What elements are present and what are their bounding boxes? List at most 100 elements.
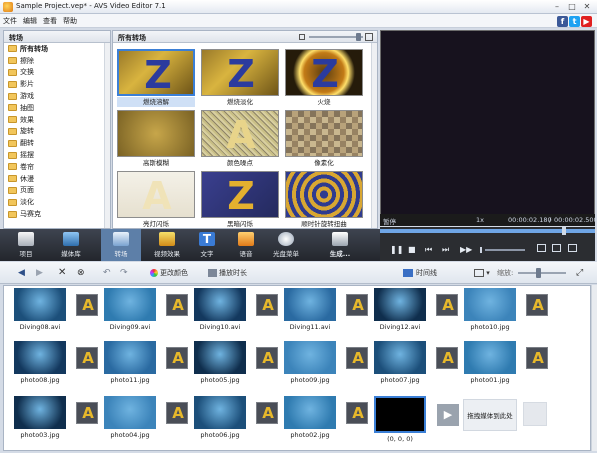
minimize-button[interactable]: – xyxy=(551,1,563,12)
media-clip[interactable]: Diving11.avi xyxy=(284,288,336,331)
media-clip[interactable]: photo01.jpg xyxy=(464,341,516,384)
transition-slot[interactable]: A xyxy=(76,347,98,369)
twitter-icon[interactable]: t xyxy=(569,16,580,27)
transition-slot[interactable]: A xyxy=(256,294,278,316)
transition-slot[interactable]: A xyxy=(256,347,278,369)
toolbar-disc-menu[interactable]: 光盘菜单 xyxy=(268,229,304,261)
tree-item[interactable]: 抽图 xyxy=(4,102,110,114)
detach-preview-icon[interactable] xyxy=(552,244,561,252)
tree-item[interactable]: 影片 xyxy=(4,78,110,90)
prev-frame-button[interactable]: ⏮ xyxy=(425,245,432,255)
youtube-icon[interactable]: ▶ xyxy=(581,16,592,27)
view-mode-dropdown[interactable]: ▾ xyxy=(474,266,490,280)
transition-slot[interactable]: A xyxy=(256,402,278,424)
tree-item[interactable]: 卷帘 xyxy=(4,161,110,173)
transition-slot[interactable]: A xyxy=(346,402,368,424)
transition-thumbnail[interactable]: 顺时针旋转扭曲 xyxy=(285,171,363,228)
tree-item[interactable]: 摇摆 xyxy=(4,149,110,161)
menu-file[interactable]: 文件 xyxy=(0,14,20,26)
undo-icon[interactable]: ↶ xyxy=(103,266,111,280)
toolbar-media-library[interactable]: 媒体库 xyxy=(48,229,94,261)
transition-slot[interactable]: A xyxy=(166,294,188,316)
media-clip[interactable]: photo09.jpg xyxy=(284,341,336,384)
media-clip[interactable]: photo11.jpg xyxy=(104,341,156,384)
delete-icon[interactable]: ✕ xyxy=(58,266,66,280)
tree-scrollbar[interactable] xyxy=(104,43,110,228)
clear-icon[interactable]: ⊗ xyxy=(77,266,85,280)
stop-button[interactable]: ■ xyxy=(408,245,416,254)
transition-slot[interactable]: A xyxy=(346,294,368,316)
close-button[interactable]: ✕ xyxy=(581,1,593,12)
redo-icon[interactable]: ↷ xyxy=(120,266,128,280)
tree-item[interactable]: 休漫 xyxy=(4,173,110,185)
drop-media-placeholder[interactable]: 拖拽媒体到此处 xyxy=(463,399,517,431)
transition-thumbnail[interactable]: A 亮灯闪烁 xyxy=(117,171,195,228)
transition-slot[interactable]: A xyxy=(76,294,98,316)
change-color-button[interactable]: 更改颜色 xyxy=(150,266,188,280)
tree-item[interactable]: 擦除 xyxy=(4,55,110,67)
transition-thumbnail[interactable]: Z 燃烧淡化 xyxy=(201,49,279,107)
fast-forward-button[interactable]: ▶▶ xyxy=(460,245,472,254)
facebook-icon[interactable]: f xyxy=(557,16,568,27)
menu-help[interactable]: 帮助 xyxy=(60,14,80,26)
tree-item[interactable]: 交换 xyxy=(4,67,110,79)
transition-thumbnail[interactable]: 像素化 xyxy=(285,110,363,168)
back-arrow-icon[interactable]: ◀ xyxy=(18,266,25,280)
storyboard-scrollbar[interactable] xyxy=(591,285,597,451)
media-clip[interactable]: photo08.jpg xyxy=(14,341,66,384)
transition-slot[interactable]: A xyxy=(166,347,188,369)
fullscreen-icon[interactable] xyxy=(568,244,577,252)
transition-thumbnail[interactable]: Z 燃烧溶解 xyxy=(117,49,195,107)
zoom-slider[interactable] xyxy=(518,266,568,280)
transition-slot[interactable]: A xyxy=(346,347,368,369)
media-clip[interactable]: (0, 0, 0) xyxy=(374,396,426,443)
tree-item[interactable]: 页面 xyxy=(4,185,110,197)
next-frame-button[interactable]: ⏭ xyxy=(442,245,449,255)
tree-item[interactable]: 淡化 xyxy=(4,196,110,208)
gallery-scrollbar[interactable] xyxy=(371,43,377,228)
toolbar-text[interactable]: T 文字 xyxy=(190,229,224,261)
timeline-button[interactable]: 时间线 xyxy=(403,266,437,280)
tree-item[interactable]: 马赛克 xyxy=(4,208,110,220)
zoom-handle[interactable] xyxy=(536,268,541,278)
snapshot-icon[interactable] xyxy=(537,244,546,252)
transition-thumbnail[interactable]: 高斯模糊 xyxy=(117,110,195,168)
media-clip[interactable]: Diving10.avi xyxy=(194,288,246,331)
media-clip[interactable]: photo02.jpg xyxy=(284,396,336,439)
media-clip[interactable]: photo04.jpg xyxy=(104,396,156,439)
media-clip[interactable]: photo07.jpg xyxy=(374,341,426,384)
maximize-button[interactable]: □ xyxy=(566,1,578,12)
media-clip[interactable]: photo05.jpg xyxy=(194,341,246,384)
pause-button[interactable]: ❚❚ xyxy=(390,245,403,254)
playback-speed[interactable]: 1x xyxy=(476,216,484,224)
tree-item[interactable]: 旋转 xyxy=(4,126,110,138)
transition-thumbnail[interactable]: Z 火烧 xyxy=(285,49,363,107)
transition-slot[interactable]: A xyxy=(526,294,548,316)
transition-thumbnail[interactable]: Z 黑暗闪烁 xyxy=(201,171,279,228)
media-clip[interactable]: Diving09.avi xyxy=(104,288,156,331)
toolbar-produce[interactable]: 生成... xyxy=(318,229,362,261)
toolbar-transitions[interactable]: 转场 xyxy=(101,229,141,261)
media-clip[interactable]: photo10.jpg xyxy=(464,288,516,331)
volume-slider[interactable] xyxy=(485,249,525,251)
transition-thumbnail[interactable]: A 颜色噪点 xyxy=(201,110,279,168)
transition-slot[interactable]: A xyxy=(166,402,188,424)
toolbar-video-effects[interactable]: 视频效果 xyxy=(145,229,189,261)
media-clip[interactable]: photo06.jpg xyxy=(194,396,246,439)
thumb-size-slider[interactable] xyxy=(309,36,363,38)
slider-handle[interactable] xyxy=(356,33,361,41)
toolbar-voice[interactable]: 语音 xyxy=(229,229,263,261)
transition-slot[interactable]: A xyxy=(436,294,458,316)
tree-item[interactable]: 翻转 xyxy=(4,137,110,149)
play-duration-button[interactable]: 播放时长 xyxy=(208,266,247,280)
transition-slot[interactable]: A xyxy=(526,347,548,369)
media-clip[interactable]: Diving12.avi xyxy=(374,288,426,331)
tree-item[interactable]: 游戏 xyxy=(4,90,110,102)
menu-view[interactable]: 查看 xyxy=(40,14,60,26)
tree-item[interactable]: 所有转场 xyxy=(4,43,110,55)
tree-item[interactable]: 效果 xyxy=(4,114,110,126)
transition-slot[interactable]: A xyxy=(76,402,98,424)
small-thumbs-icon[interactable] xyxy=(299,34,305,40)
media-clip[interactable]: Diving08.avi xyxy=(14,288,66,331)
drop-slot-placeholder[interactable] xyxy=(523,402,547,426)
